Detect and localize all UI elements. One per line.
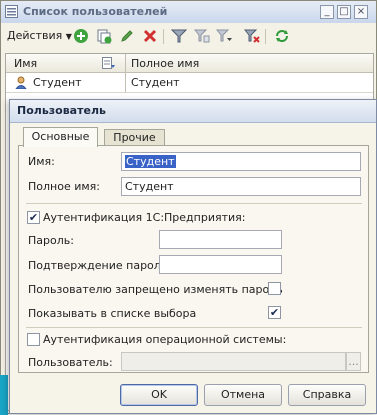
user-list-title: Список пользователей: [23, 5, 168, 18]
minimize-button[interactable]: _: [320, 5, 334, 19]
cell-full-name: Студент: [131, 76, 180, 89]
os-user-select-button[interactable]: ...: [346, 352, 361, 371]
forbid-change-label: Пользователю запрещено изменять пароль: [28, 283, 283, 296]
actions-menu[interactable]: Действия ▼: [7, 29, 72, 42]
toolbar-separator: [163, 29, 164, 44]
column-header-full-name[interactable]: Полное имя: [131, 57, 199, 70]
password-field[interactable]: [159, 230, 282, 249]
actions-menu-label: Действия: [7, 29, 63, 42]
os-user-field[interactable]: [121, 352, 346, 371]
auth-os-checkbox[interactable]: [27, 333, 40, 346]
user-dialog-title: Пользователь: [17, 104, 106, 117]
name-field-value: Студент: [125, 155, 176, 168]
filter-icon[interactable]: [171, 28, 187, 44]
forbid-change-checkbox[interactable]: [268, 282, 281, 295]
user-list-titlebar[interactable]: Список пользователей _ □ ×: [1, 1, 376, 24]
table-header: Имя Полное имя: [6, 54, 373, 73]
full-name-label: Полное имя:: [28, 180, 100, 193]
section-separator: [26, 327, 362, 328]
auth-1c-checkbox[interactable]: ✔: [27, 211, 40, 224]
show-in-list-checkbox[interactable]: ✔: [268, 306, 281, 319]
show-in-list-label: Показывать в списке выбора: [28, 307, 197, 320]
auth-os-label: Аутентификация операционной системы:: [43, 333, 287, 346]
copy-icon[interactable]: [96, 28, 112, 44]
confirm-password-field[interactable]: [159, 255, 282, 274]
desktop-background: [0, 375, 8, 415]
user-dialog-titlebar[interactable]: Пользователь: [10, 100, 376, 123]
ok-button[interactable]: OK: [120, 384, 198, 406]
section-separator: [26, 203, 362, 204]
edit-icon[interactable]: [119, 28, 135, 44]
table-row[interactable]: Студент Студент: [6, 73, 373, 93]
os-user-label: Пользователь:: [28, 356, 113, 369]
list-window-icon: [5, 5, 18, 18]
confirm-password-label: Подтверждение пароля:: [28, 259, 172, 272]
full-name-field[interactable]: Студент: [121, 177, 361, 196]
refresh-icon[interactable]: [274, 28, 290, 44]
filter-list-icon[interactable]: [194, 28, 210, 44]
dropdown-arrow-icon: ▼: [65, 32, 72, 41]
close-button[interactable]: ×: [354, 5, 368, 19]
cancel-button[interactable]: Отмена: [204, 384, 282, 406]
name-label: Имя:: [28, 155, 55, 168]
tab-other[interactable]: Прочие: [104, 129, 165, 145]
column-header-name[interactable]: Имя: [14, 57, 37, 70]
sort-icon[interactable]: [102, 57, 115, 69]
name-field[interactable]: Студент: [121, 152, 361, 171]
clear-filter-icon[interactable]: [244, 28, 260, 44]
filter-dropdown-icon[interactable]: [216, 28, 232, 44]
add-icon[interactable]: [73, 28, 89, 44]
delete-icon[interactable]: [142, 28, 158, 44]
cell-name: Студент: [33, 76, 82, 89]
auth-1c-label: Аутентификация 1С:Предприятия:: [43, 211, 246, 224]
password-label: Пароль:: [28, 234, 74, 247]
help-button[interactable]: Справка: [288, 384, 366, 406]
toolbar-separator: [265, 29, 266, 44]
tab-main[interactable]: Основные: [23, 127, 98, 147]
user-dialog: Пользователь Основные Прочие Имя: Студен…: [9, 99, 377, 414]
user-list-toolbar: Действия ▼: [1, 23, 376, 49]
maximize-button[interactable]: □: [337, 5, 351, 19]
user-icon: [15, 76, 27, 89]
